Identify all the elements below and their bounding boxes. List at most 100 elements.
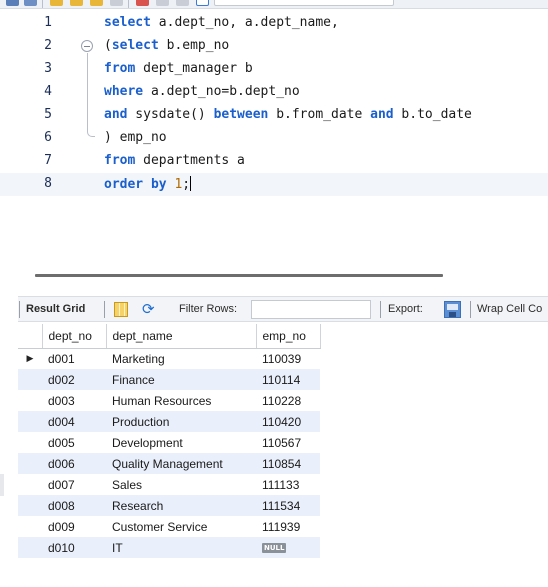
grid-view-icon[interactable]: [114, 302, 128, 317]
cell-dept-no[interactable]: d009: [42, 516, 106, 537]
column-header-dept-no[interactable]: dept_no: [42, 324, 107, 349]
column-header-dept-name[interactable]: dept_name: [106, 324, 257, 349]
cell-dept-name[interactable]: Sales: [106, 474, 256, 495]
cell-dept-no[interactable]: d010: [42, 537, 106, 558]
code-text[interactable]: order by 1;: [104, 176, 192, 192]
sql-token: a.dept_no=b.dept_no: [143, 84, 300, 99]
cell-dept-no[interactable]: d001: [42, 348, 106, 369]
cell-dept-no[interactable]: d003: [42, 390, 106, 411]
row-marker[interactable]: [18, 495, 42, 516]
cell-dept-no[interactable]: d008: [42, 495, 106, 516]
row-marker[interactable]: [18, 411, 42, 432]
wrap-cell-content-label[interactable]: Wrap Cell Co: [477, 303, 542, 315]
row-marker[interactable]: [18, 453, 42, 474]
cell-emp-no[interactable]: 110228: [256, 390, 320, 411]
row-marker-header: [18, 324, 43, 349]
table-row[interactable]: d009 Customer Service 111939: [18, 516, 320, 537]
table-row[interactable]: d008 Research 111534: [18, 495, 320, 516]
table-row[interactable]: ▶ d001 Marketing 110039: [18, 348, 320, 369]
limit-select[interactable]: [214, 0, 394, 6]
code-text[interactable]: select a.dept_no, a.dept_name,: [104, 15, 339, 30]
column-header-emp-no[interactable]: emp_no: [256, 324, 321, 349]
result-grid-tab[interactable]: Result Grid: [26, 303, 85, 315]
panel-splitter[interactable]: [35, 274, 443, 277]
toolbar-separator: [128, 0, 129, 8]
refresh-icon[interactable]: ⟳: [142, 300, 155, 318]
code-text[interactable]: where a.dept_no=b.dept_no: [104, 84, 300, 99]
cell-dept-name[interactable]: Finance: [106, 369, 256, 390]
code-line[interactable]: 7 from departments a: [0, 150, 548, 173]
code-line[interactable]: 5 and sysdate() between b.from_date and b…: [0, 104, 548, 127]
table-row[interactable]: d010 IT NULL: [18, 537, 320, 558]
cell-emp-no[interactable]: 110854: [256, 453, 320, 474]
cell-dept-no[interactable]: d002: [42, 369, 106, 390]
table-row[interactable]: d003 Human Resources 110228: [18, 390, 320, 411]
code-text[interactable]: from departments a: [104, 153, 245, 168]
cell-emp-no[interactable]: 110114: [256, 369, 320, 390]
execute-icon[interactable]: [50, 0, 63, 6]
cell-emp-no[interactable]: 110567: [256, 432, 320, 453]
collapse-fold-icon[interactable]: [81, 40, 93, 52]
cell-dept-no[interactable]: d006: [42, 453, 106, 474]
cell-dept-no[interactable]: d007: [42, 474, 106, 495]
cell-emp-no[interactable]: 110039: [256, 348, 320, 369]
row-marker[interactable]: [18, 390, 42, 411]
sql-token: dept_manager b: [135, 61, 253, 76]
code-text[interactable]: and sysdate() between b.from_date and b.…: [104, 107, 472, 122]
code-text[interactable]: (select b.emp_no: [104, 38, 229, 53]
table-row[interactable]: d005 Development 110567: [18, 432, 320, 453]
cell-dept-name[interactable]: Development: [106, 432, 256, 453]
filter-rows-input[interactable]: [251, 300, 371, 319]
autocommit-icon[interactable]: [196, 0, 209, 6]
code-line[interactable]: 4 where a.dept_no=b.dept_no: [0, 81, 548, 104]
result-toolbar: Result Grid ⟳ Filter Rows: Export: Wrap …: [18, 296, 548, 322]
commit-icon[interactable]: [156, 0, 169, 6]
sql-editor[interactable]: 1 select a.dept_no, a.dept_name, 2 (select …: [0, 9, 548, 259]
result-grid[interactable]: dept_no dept_name emp_no ▶ d001 Marketing 1…: [18, 324, 321, 558]
cell-dept-no[interactable]: d005: [42, 432, 106, 453]
toolbar-separator: [19, 301, 20, 318]
line-number: 2: [44, 38, 52, 53]
cell-dept-name[interactable]: Quality Management: [106, 453, 256, 474]
row-marker[interactable]: [18, 369, 42, 390]
filter-rows-label: Filter Rows:: [179, 303, 238, 315]
cell-dept-no[interactable]: d004: [42, 411, 106, 432]
cell-dept-name[interactable]: Marketing: [106, 348, 256, 369]
line-number: 7: [44, 153, 52, 168]
cell-dept-name[interactable]: Human Resources: [106, 390, 256, 411]
cell-emp-no[interactable]: 111133: [256, 474, 320, 495]
table-row[interactable]: d002 Finance 110114: [18, 369, 320, 390]
save-icon[interactable]: [24, 0, 37, 6]
export-icon[interactable]: [444, 301, 461, 318]
cell-emp-no[interactable]: 110420: [256, 411, 320, 432]
current-row-arrow-icon[interactable]: ▶: [18, 348, 42, 369]
table-row[interactable]: d004 Production 110420: [18, 411, 320, 432]
stop-icon[interactable]: [110, 0, 123, 6]
open-file-icon[interactable]: [6, 0, 19, 6]
rollback-icon[interactable]: [176, 0, 189, 6]
code-line[interactable]: 6) emp_no: [0, 127, 548, 150]
row-marker[interactable]: [18, 432, 42, 453]
cell-dept-name[interactable]: IT: [106, 537, 256, 558]
toggle-icon[interactable]: [136, 0, 149, 6]
cell-emp-no[interactable]: NULL: [256, 537, 320, 558]
code-text[interactable]: ) emp_no: [104, 130, 167, 145]
cell-dept-name[interactable]: Research: [106, 495, 256, 516]
table-row[interactable]: d007 Sales 111133: [18, 474, 320, 495]
cell-emp-no[interactable]: 111534: [256, 495, 320, 516]
table-row[interactable]: d006 Quality Management 110854: [18, 453, 320, 474]
row-marker[interactable]: [18, 537, 42, 558]
code-line[interactable]: 3 from dept_manager b: [0, 58, 548, 81]
explain-icon[interactable]: [90, 0, 103, 6]
line-number: 4: [44, 84, 52, 99]
sql-keyword: from: [104, 153, 136, 168]
cell-emp-no[interactable]: 111939: [256, 516, 320, 537]
cell-dept-name[interactable]: Production: [106, 411, 256, 432]
code-line[interactable]: 1 select a.dept_no, a.dept_name,: [0, 12, 548, 35]
execute-current-icon[interactable]: [70, 0, 83, 6]
row-marker[interactable]: [18, 516, 42, 537]
cell-dept-name[interactable]: Customer Service: [106, 516, 256, 537]
code-line[interactable]: 8 order by 1;: [0, 173, 548, 196]
row-marker[interactable]: [18, 474, 42, 495]
code-text[interactable]: from dept_manager b: [104, 61, 253, 76]
